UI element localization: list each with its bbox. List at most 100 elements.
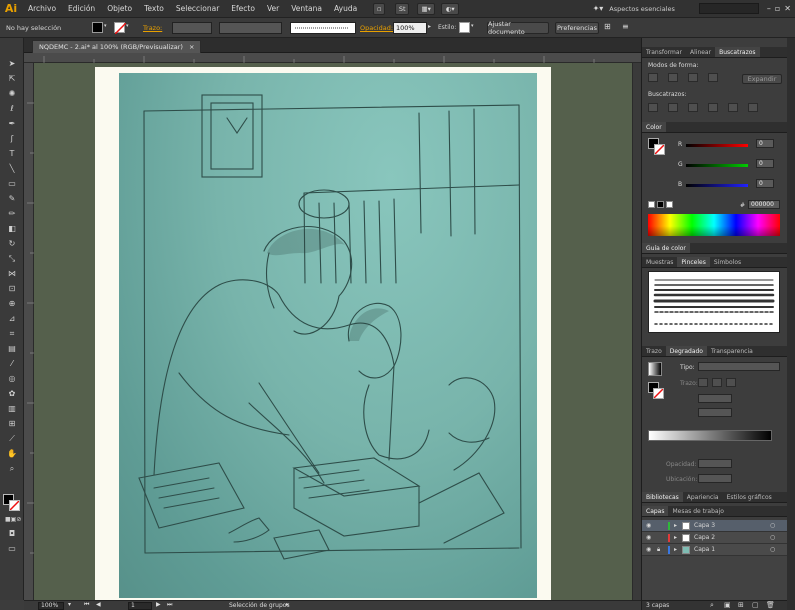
- channel-g-value[interactable]: 0: [756, 159, 774, 168]
- trim-icon[interactable]: [668, 103, 678, 112]
- tab-color[interactable]: Color: [642, 122, 666, 132]
- canvas-area[interactable]: [34, 63, 632, 600]
- gradient-angle-field[interactable]: [698, 394, 732, 403]
- zoom-field[interactable]: 100%: [38, 602, 64, 610]
- stroke-label[interactable]: Trazo:: [143, 24, 162, 32]
- gradient-location-field[interactable]: [698, 474, 732, 483]
- gradient-slider[interactable]: [648, 430, 772, 441]
- magic-wand-tool-icon[interactable]: ✺: [5, 88, 19, 99]
- minimize-icon[interactable]: –: [767, 4, 771, 13]
- menu-ventana[interactable]: Ventana: [285, 4, 328, 13]
- menu-seleccionar[interactable]: Seleccionar: [170, 4, 225, 13]
- gradient-preview[interactable]: [648, 362, 662, 376]
- tab-libraries[interactable]: Bibliotecas: [642, 492, 683, 502]
- placed-sketch-image[interactable]: [119, 73, 537, 598]
- divide-icon[interactable]: [648, 103, 658, 112]
- scale-tool-icon[interactable]: ⤡: [5, 253, 19, 264]
- tab-symbols[interactable]: Símbolos: [710, 257, 745, 267]
- tab-appearance[interactable]: Apariencia: [683, 492, 723, 502]
- fit-document-button[interactable]: Ajustar documento: [487, 20, 549, 36]
- first-artboard-icon[interactable]: ⏮: [84, 601, 89, 609]
- tab-pathfinder[interactable]: Buscatrazos: [715, 47, 760, 57]
- gradient-stroke-swatch[interactable]: [653, 388, 664, 399]
- minus-back-icon[interactable]: [748, 103, 758, 112]
- last-artboard-icon[interactable]: ⏭: [167, 601, 172, 609]
- unite-icon[interactable]: [648, 73, 658, 82]
- gradient-aspect-field[interactable]: [698, 408, 732, 417]
- clipping-mask-icon[interactable]: ▣: [724, 601, 731, 609]
- artboard-field[interactable]: 1: [128, 602, 152, 610]
- expand-layer-icon[interactable]: ▸: [674, 534, 677, 541]
- locate-object-icon[interactable]: ⌕: [710, 601, 714, 610]
- exclude-icon[interactable]: [708, 73, 718, 82]
- visibility-eye-icon[interactable]: ◉: [646, 522, 651, 529]
- eyedropper-tool-icon[interactable]: ⁄: [5, 358, 19, 369]
- direct-selection-tool-icon[interactable]: ⇱: [5, 73, 19, 84]
- slice-tool-icon[interactable]: ⟋: [5, 433, 19, 444]
- brush-definition-dropdown[interactable]: [290, 22, 356, 34]
- opacity-label[interactable]: Opacidad:: [360, 24, 393, 32]
- channel-g-slider[interactable]: [686, 164, 748, 167]
- stroke-gradient-within-icon[interactable]: [698, 378, 708, 387]
- status-arrow-icon[interactable]: ▸: [286, 601, 289, 608]
- stroke-swatch[interactable]: [114, 22, 126, 34]
- help-search-input[interactable]: [698, 3, 759, 14]
- tab-artboards[interactable]: Mesas de trabajo: [668, 506, 727, 516]
- gradient-tool-icon[interactable]: ▤: [5, 343, 19, 354]
- color-spectrum[interactable]: [648, 214, 780, 236]
- outline-icon[interactable]: [728, 103, 738, 112]
- close-tab-icon[interactable]: ×: [189, 43, 194, 51]
- tab-swatches[interactable]: Muestras: [642, 257, 677, 267]
- symbol-sprayer-tool-icon[interactable]: ✿: [5, 388, 19, 399]
- rectangle-tool-icon[interactable]: ▭: [5, 178, 19, 189]
- menu-archivo[interactable]: Archivo: [22, 4, 62, 13]
- close-window-icon[interactable]: ✕: [784, 4, 791, 13]
- channel-b-slider[interactable]: [686, 184, 748, 187]
- variable-width-dropdown[interactable]: [219, 22, 282, 34]
- preferences-button[interactable]: Preferencias: [555, 22, 599, 34]
- menu-texto[interactable]: Texto: [138, 4, 170, 13]
- brush-library[interactable]: [648, 271, 780, 333]
- workspace-switcher[interactable]: Aspectos esenciales: [609, 5, 675, 13]
- color-mode-icons[interactable]: ■▣⊘: [5, 514, 21, 525]
- document-tab[interactable]: NQDEMC - 2.ai* al 100% (RGB/Previsualiza…: [32, 40, 202, 53]
- lasso-tool-icon[interactable]: ℓ: [5, 103, 19, 114]
- tab-graphic-styles[interactable]: Estilos gráficos: [723, 492, 776, 502]
- crop-icon[interactable]: [708, 103, 718, 112]
- control-menu-icon[interactable]: ≡: [622, 22, 629, 31]
- style-dropdown-icon[interactable]: ▾: [471, 23, 474, 29]
- previous-artboard-icon[interactable]: ◀: [96, 601, 101, 608]
- gpu-icon[interactable]: ◐▾: [441, 2, 460, 15]
- stroke-gradient-along-icon[interactable]: [712, 378, 722, 387]
- channel-r-slider[interactable]: [686, 144, 748, 147]
- tab-transform[interactable]: Transformar: [642, 47, 686, 57]
- style-swatch[interactable]: [459, 22, 470, 33]
- shape-builder-tool-icon[interactable]: ⊕: [5, 298, 19, 309]
- type-tool-icon[interactable]: T: [5, 148, 19, 159]
- pencil-tool-icon[interactable]: ✏: [5, 208, 19, 219]
- tab-gradient[interactable]: Degradado: [665, 346, 707, 356]
- fill-dropdown-icon[interactable]: ▾: [104, 23, 107, 29]
- arrange-icon[interactable]: ⊞: [604, 22, 611, 31]
- black-color-icon[interactable]: [657, 201, 664, 208]
- tab-layers[interactable]: Capas: [642, 506, 669, 516]
- channel-r-value[interactable]: 0: [756, 139, 774, 148]
- tab-stroke[interactable]: Trazo: [642, 346, 666, 356]
- expand-layer-icon[interactable]: ▸: [674, 522, 677, 529]
- layer-row-capa-3[interactable]: ◉ ▸ Capa 3 ○: [642, 520, 788, 532]
- mesh-tool-icon[interactable]: ⌗: [5, 328, 19, 339]
- gradient-type-dropdown[interactable]: [698, 362, 780, 371]
- menu-objeto[interactable]: Objeto: [101, 4, 138, 13]
- eraser-tool-icon[interactable]: ◧: [5, 223, 19, 234]
- tab-color-guide[interactable]: Guía de color: [642, 243, 690, 253]
- white-color-icon[interactable]: [666, 201, 673, 208]
- visibility-eye-icon[interactable]: ◉: [646, 546, 651, 553]
- vertical-ruler[interactable]: [24, 63, 34, 600]
- intersect-icon[interactable]: [688, 73, 698, 82]
- current-tool-status[interactable]: Selección de grupos: [229, 602, 290, 609]
- delete-layer-icon[interactable]: 🗑︎: [766, 601, 775, 609]
- expand-button[interactable]: Expandir: [742, 74, 782, 84]
- menu-ayuda[interactable]: Ayuda: [328, 4, 363, 13]
- perspective-grid-tool-icon[interactable]: ⊿: [5, 313, 19, 324]
- layer-row-capa-1[interactable]: ◉ 🔒︎ ▸ Capa 1 ○: [642, 544, 788, 556]
